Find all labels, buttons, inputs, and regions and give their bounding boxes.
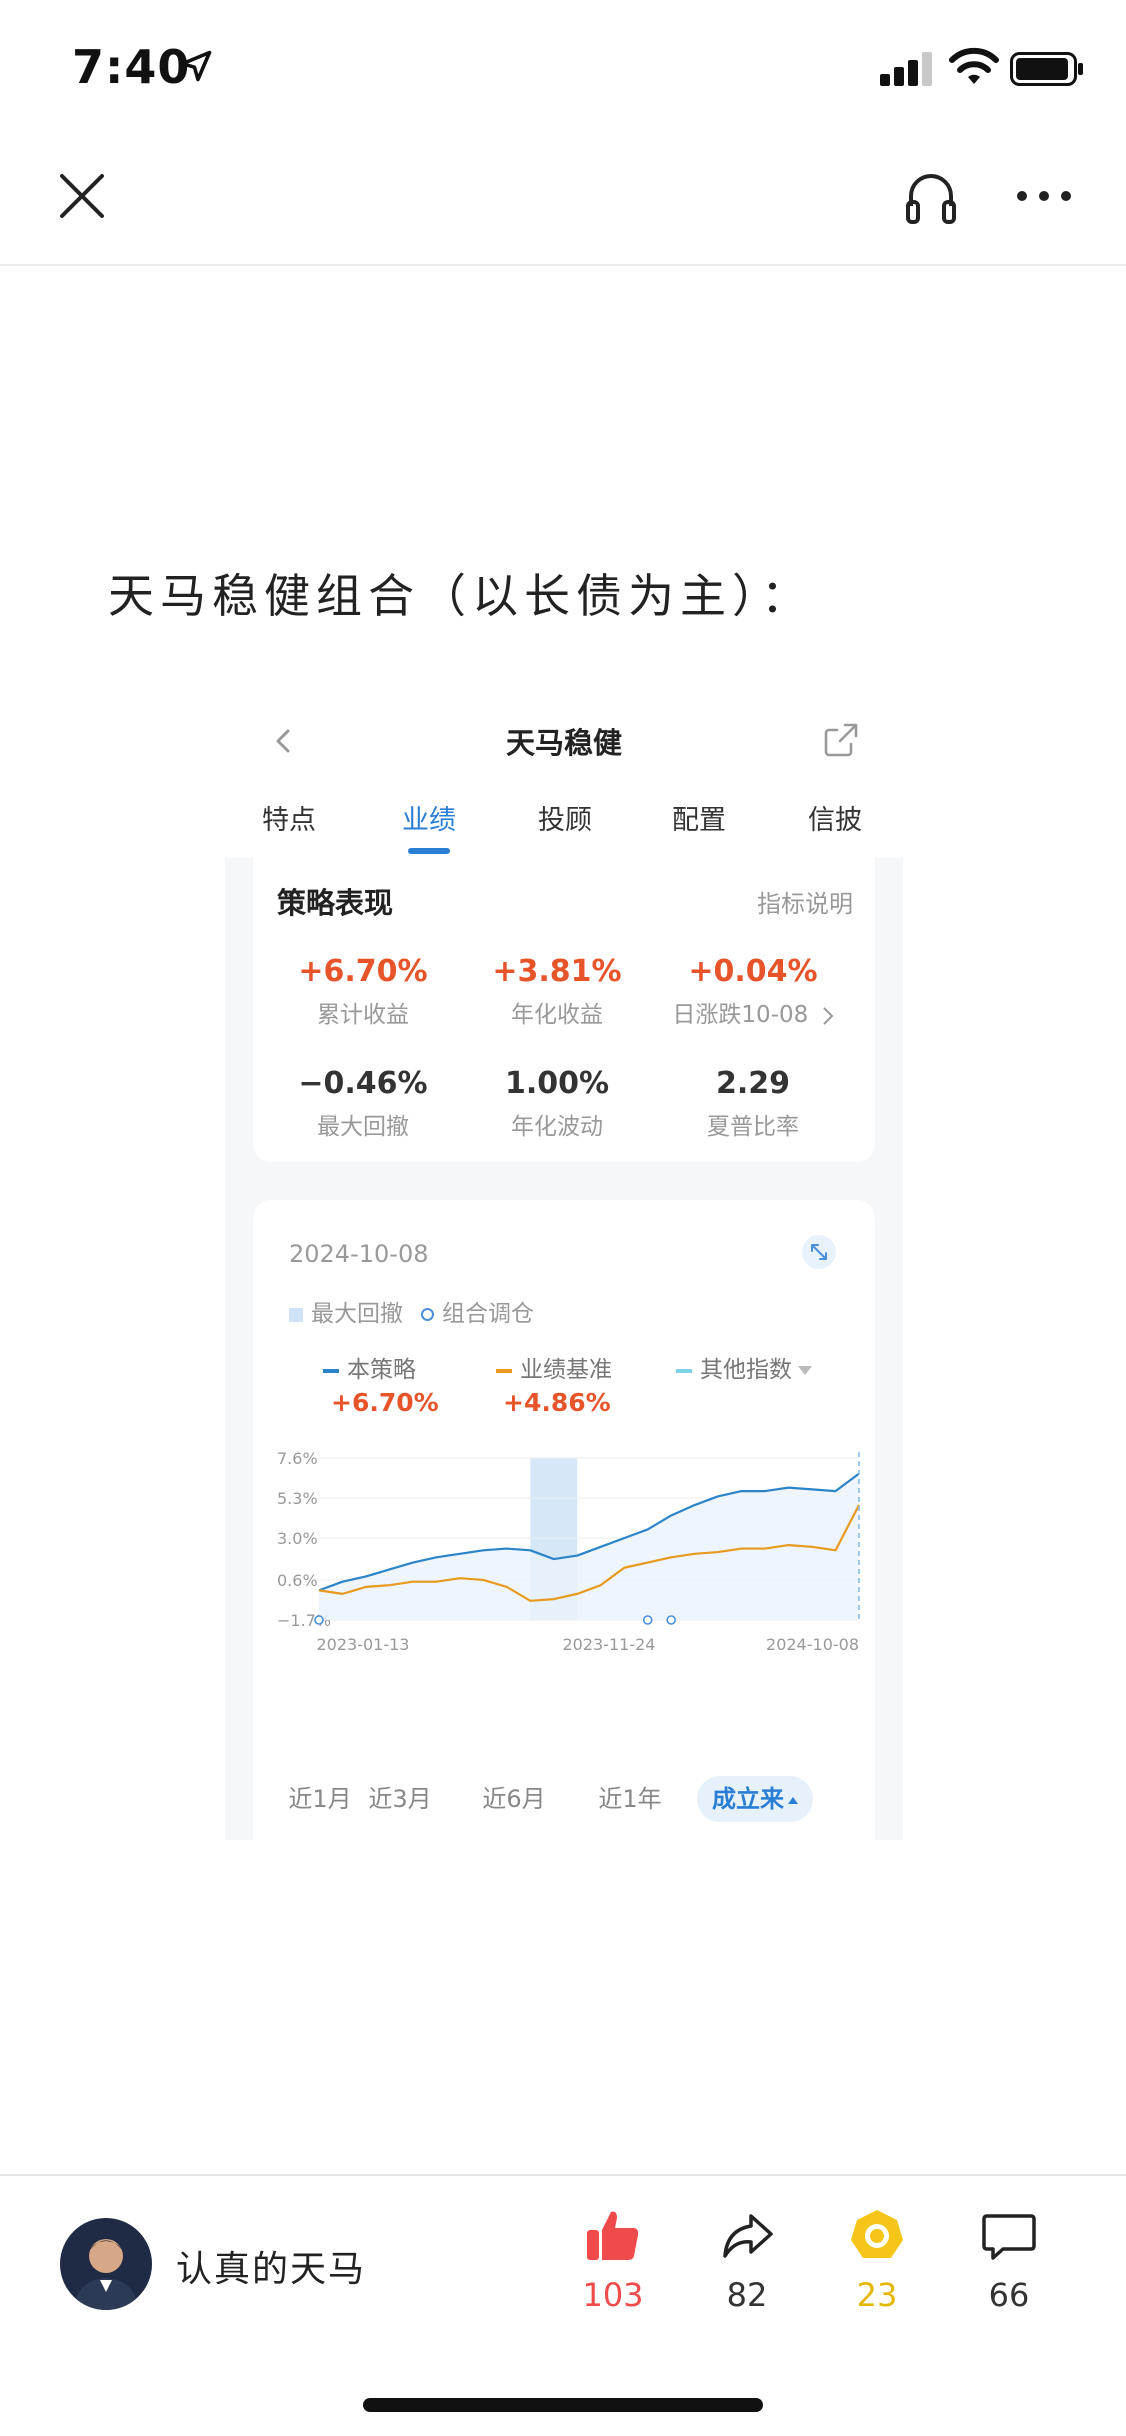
comment-icon — [982, 2214, 1036, 2260]
y-tick-label: 0.6% — [277, 1571, 318, 1590]
legend-series-strategy: 本策略 — [323, 1350, 416, 1384]
share-count: 82 — [726, 2276, 768, 2314]
thumbs-up-icon — [587, 2211, 639, 2260]
legend-series-benchmark: 业绩基准 — [496, 1350, 612, 1384]
expand-icon — [802, 1235, 836, 1269]
y-tick-label: 7.6% — [277, 1449, 318, 1468]
metrics-explanation-link: 指标说明 — [757, 890, 853, 918]
embed-header: 天马稳健 特点 业绩 投顾 配置 信披 — [225, 690, 903, 858]
range-since-inception: 成立来 — [697, 1776, 813, 1822]
series-name: 本策略 — [347, 1357, 416, 1383]
article-heading: 天马稳健组合（以长债为主）： — [108, 569, 813, 623]
benchmark-swatch — [496, 1368, 512, 1373]
metric-label: 日涨跌10-08 — [672, 1002, 809, 1028]
legend-series-other-index: 其他指数 — [676, 1350, 812, 1384]
metric-value: 1.00% — [504, 1066, 610, 1101]
comment-button[interactable]: 66 — [954, 2206, 1064, 2314]
rebalance-marker — [666, 1615, 676, 1625]
battery-icon — [1010, 52, 1083, 86]
top-navigation-bar — [0, 130, 1126, 266]
strategy-performance-card: 策略表现 指标说明 +6.70% 累计收益 +3.81% 年化收益 +0.04%… — [253, 858, 875, 1162]
like-count: 103 — [582, 2276, 644, 2314]
metric-value: 2.29 — [715, 1066, 791, 1101]
range-1m: 近1月 — [288, 1785, 352, 1813]
metric-label: 夏普比率 — [707, 1114, 799, 1140]
y-tick-label: 3.0% — [277, 1529, 318, 1548]
metric-value: +6.70% — [298, 954, 428, 989]
range-label: 成立来 — [712, 1785, 784, 1813]
wifi-icon — [949, 47, 999, 84]
tab-performance: 业绩 — [402, 805, 456, 836]
coin-icon — [851, 2210, 903, 2258]
comment-count: 66 — [988, 2276, 1030, 2314]
bottom-action-bar: 认真的天马 103 82 23 66 — [0, 2174, 1126, 2436]
share-button[interactable]: 82 — [692, 2206, 802, 2314]
x-tick-label: 2023-11-24 — [563, 1635, 656, 1654]
metric-label: 累计收益 — [317, 1002, 409, 1028]
coin-count: 23 — [856, 2276, 898, 2314]
range-6m: 近6月 — [482, 1785, 546, 1813]
metric-sharpe-ratio: 2.29 夏普比率 — [653, 1066, 853, 1141]
metric-daily-change: +0.04% 日涨跌10-08 — [653, 954, 853, 1029]
avatar-image — [60, 2218, 152, 2310]
like-button[interactable]: 103 — [558, 2206, 668, 2314]
share-arrow-icon — [723, 2214, 773, 2258]
other-index-swatch — [676, 1368, 692, 1373]
strategy-swatch — [323, 1368, 339, 1373]
share-external-icon — [824, 723, 858, 757]
range-1y: 近1年 — [598, 1785, 662, 1813]
chart-date: 2024-10-08 — [289, 1240, 429, 1268]
x-tick-label: 2023-01-13 — [317, 1635, 410, 1654]
metric-value: −0.46% — [298, 1066, 428, 1101]
status-bar: 7:40 — [0, 0, 1126, 130]
performance-title: 策略表现 — [277, 886, 394, 920]
tab-allocation: 配置 — [672, 805, 726, 836]
metric-label: 年化收益 — [511, 1002, 603, 1028]
author-avatar[interactable] — [60, 2218, 152, 2310]
rebalance-marker-icon — [421, 1308, 434, 1321]
embed-tabs: 特点 业绩 投顾 配置 信披 — [225, 798, 903, 858]
range-3m: 近3月 — [368, 1785, 432, 1813]
home-indicator — [363, 2398, 763, 2412]
tab-disclosure: 信披 — [808, 805, 862, 836]
series-name: 其他指数 — [700, 1357, 792, 1383]
embed-title: 天马稳健 — [505, 726, 622, 760]
metric-value: +3.81% — [492, 954, 622, 989]
legend-rebalance: 组合调仓 — [442, 1301, 534, 1327]
more-icon[interactable] — [1016, 184, 1072, 208]
y-tick-label: 5.3% — [277, 1489, 318, 1508]
metric-annualized-return: +3.81% 年化收益 — [457, 954, 657, 1029]
cellular-signal-icon — [880, 52, 932, 86]
rebalance-marker — [642, 1615, 653, 1625]
sort-up-icon — [788, 1796, 798, 1804]
series-name: 业绩基准 — [520, 1357, 612, 1383]
metric-annualized-volatility: 1.00% 年化波动 — [457, 1066, 657, 1141]
metric-label: 年化波动 — [511, 1114, 603, 1140]
benchmark-return-value: +4.86% — [503, 1388, 611, 1417]
metric-max-drawdown: −0.46% 最大回撤 — [263, 1066, 463, 1141]
metric-label: 最大回撤 — [317, 1114, 409, 1140]
tab-features: 特点 — [262, 805, 316, 836]
chart-card: 2024-10-08 最大回撤 组合调仓 本策略 业绩基准 其他指数 +6.70%… — [253, 1200, 875, 1840]
return-line-chart: 7.6%5.3%3.0%0.6%−1.7%2023-01-13 2023-11-2… — [277, 1449, 860, 1654]
chart-overlay-legend: 最大回撤 组合调仓 — [289, 1294, 534, 1328]
drawdown-swatch — [289, 1307, 303, 1322]
rebalance-marker — [314, 1615, 324, 1625]
chevron-right-icon — [822, 1006, 833, 1025]
location-arrow-icon — [180, 50, 212, 82]
legend-drawdown: 最大回撤 — [311, 1301, 403, 1327]
dropdown-triangle-icon — [798, 1366, 812, 1375]
coin-button[interactable]: 23 — [822, 2206, 932, 2314]
author-name[interactable]: 认真的天马 — [176, 2240, 366, 2292]
status-time: 7:40 — [72, 40, 191, 94]
close-icon[interactable] — [56, 170, 108, 222]
embedded-screenshot[interactable]: 天马稳健 特点 业绩 投顾 配置 信披 策略表现 指标说明 +6.70% 累计收… — [225, 690, 903, 1840]
x-tick-label: 2024-10-08 — [766, 1635, 859, 1654]
tab-advisor: 投顾 — [538, 805, 592, 836]
metric-cumulative-return: +6.70% 累计收益 — [263, 954, 463, 1029]
metric-value: +0.04% — [688, 954, 818, 989]
strategy-return-value: +6.70% — [331, 1388, 439, 1417]
active-tab-indicator — [408, 848, 450, 854]
headphone-icon[interactable] — [902, 166, 960, 226]
